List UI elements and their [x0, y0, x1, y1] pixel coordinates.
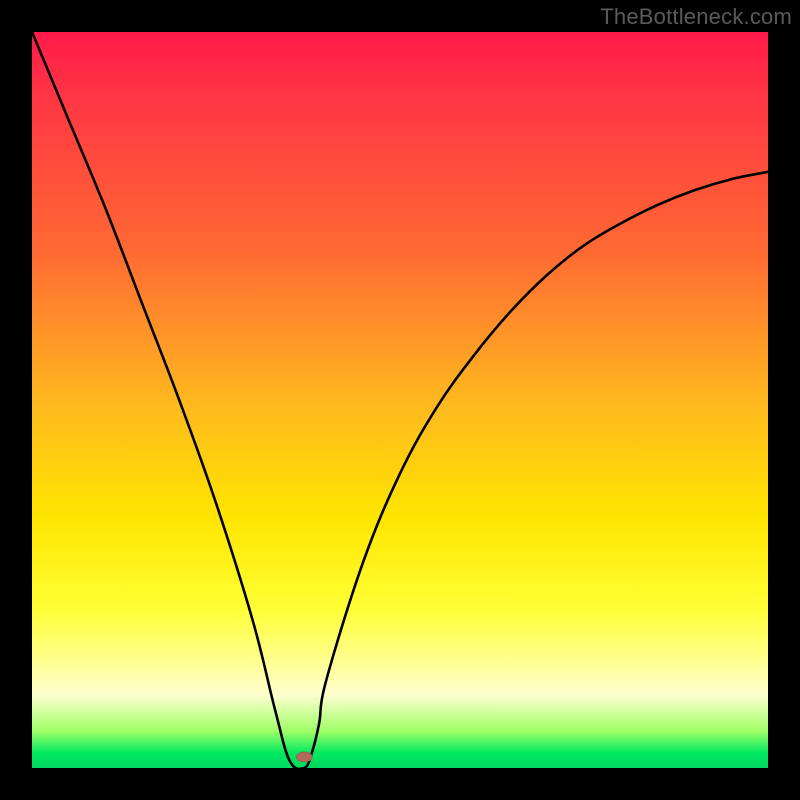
- plot-area: [32, 32, 768, 768]
- chart-frame: TheBottleneck.com: [0, 0, 800, 800]
- minimum-marker: [296, 752, 312, 762]
- bottleneck-curve-path: [32, 32, 768, 768]
- watermark-text: TheBottleneck.com: [600, 4, 792, 30]
- curve-svg: [32, 32, 768, 768]
